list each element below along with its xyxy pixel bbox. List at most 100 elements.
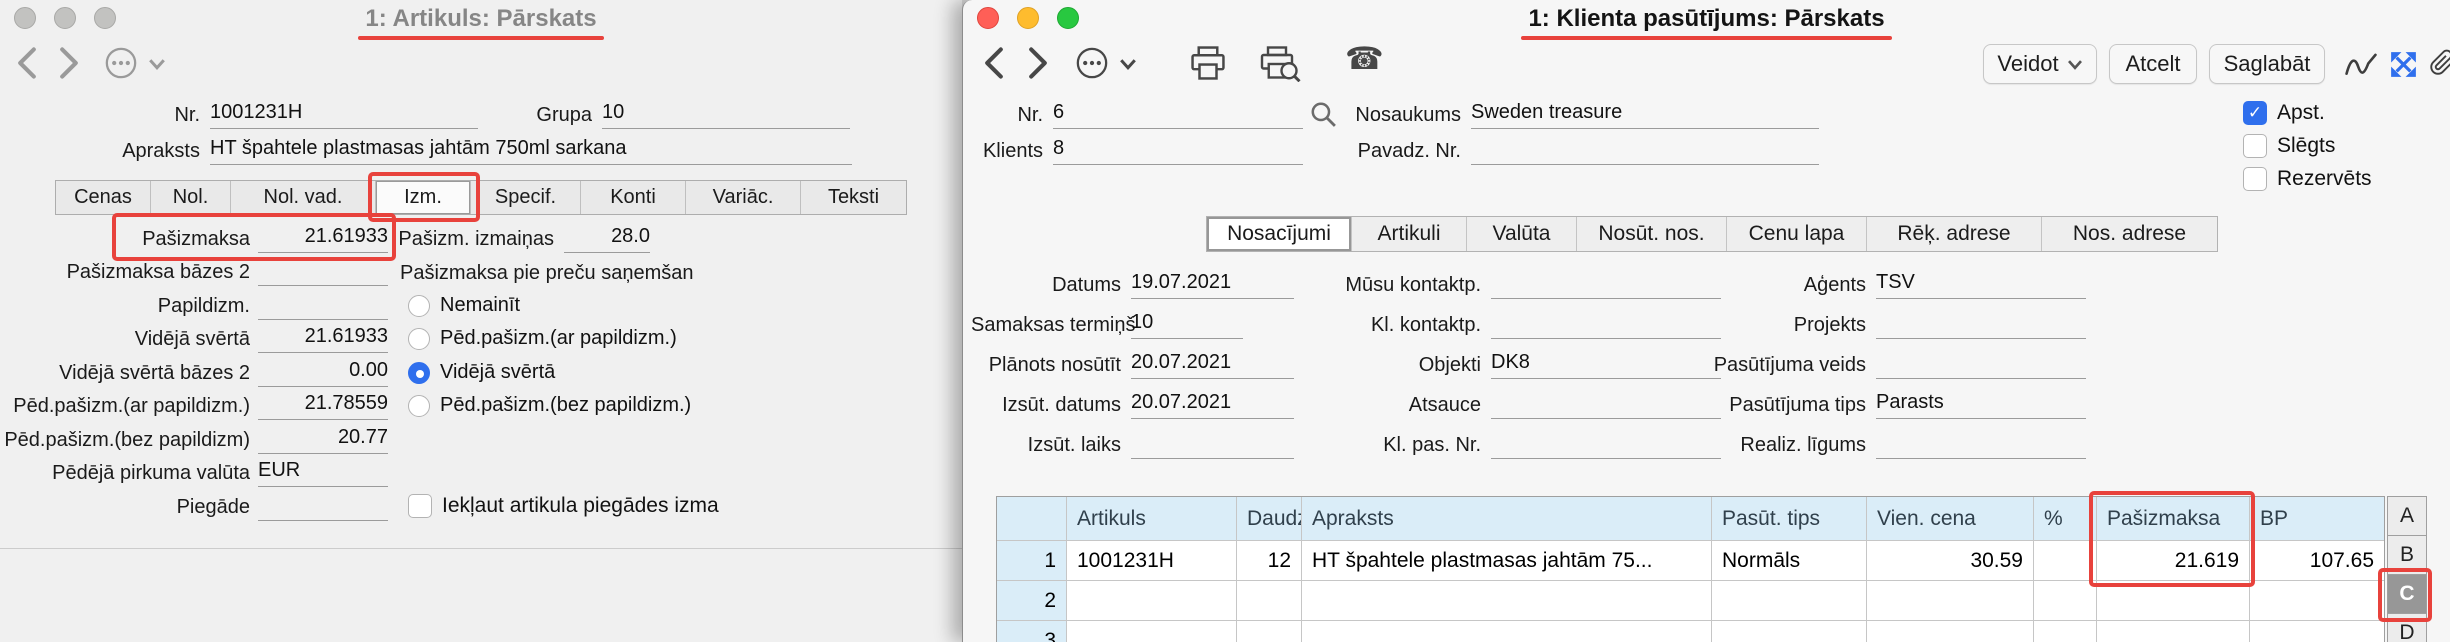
side-tab-d[interactable]: D bbox=[2387, 613, 2427, 642]
cell-artikuls[interactable]: 1001231H bbox=[1067, 541, 1237, 580]
projekts-field[interactable] bbox=[1876, 308, 2086, 339]
side-tab-b[interactable]: B bbox=[2387, 535, 2427, 575]
operations-menu-icon[interactable] bbox=[1075, 46, 1109, 80]
signature-pen-icon[interactable] bbox=[2343, 52, 2379, 78]
tab-nol-vad[interactable]: Nol. vad. bbox=[231, 181, 376, 214]
cell-pasizmaksa[interactable]: 21.619 bbox=[2097, 541, 2250, 580]
side-tab-c[interactable]: C bbox=[2387, 574, 2427, 614]
cell-daudz[interactable] bbox=[1237, 621, 1302, 642]
cell-percent[interactable] bbox=[2034, 541, 2097, 580]
klients-field[interactable]: 8 bbox=[1053, 134, 1303, 165]
cell-apraksts[interactable]: HT špahtele plastmasas jahtām 75... bbox=[1302, 541, 1712, 580]
expand-arrows-icon[interactable] bbox=[2387, 48, 2420, 81]
cell-daudz[interactable]: 12 bbox=[1237, 541, 1302, 580]
tab-nol[interactable]: Nol. bbox=[151, 181, 231, 214]
samaksas-termins-field[interactable]: 10 bbox=[1131, 308, 1243, 339]
pasizmaksa-bazes2-field[interactable] bbox=[258, 255, 388, 286]
tab-cenu-lapa[interactable]: Cenu lapa bbox=[1727, 217, 1867, 251]
videja-sverta-bazes2-field[interactable]: 0.00 bbox=[258, 356, 388, 387]
atsauce-field[interactable] bbox=[1491, 388, 1721, 419]
papildizm-field[interactable] bbox=[258, 289, 388, 320]
radio-ped-pasizm-bez[interactable]: Pēd.pašizm.(bez papildizm.) bbox=[408, 389, 691, 422]
tab-nosut-nos[interactable]: Nosūt. nos. bbox=[1577, 217, 1727, 251]
cell-pasut-tips[interactable]: Normāls bbox=[1712, 541, 1867, 580]
nr-field[interactable]: 6 bbox=[1053, 98, 1303, 129]
pasizm-izmainas-field[interactable]: 28.0 bbox=[564, 222, 650, 253]
grupa-field[interactable]: 10 bbox=[602, 98, 850, 129]
objekti-field[interactable]: DK8 bbox=[1491, 348, 1721, 379]
pedeja-valuta-field[interactable]: EUR bbox=[258, 456, 388, 487]
cell-daudz[interactable] bbox=[1237, 581, 1302, 620]
planots-nosutit-field[interactable]: 20.07.2021 bbox=[1131, 348, 1294, 379]
apraksts-field[interactable]: HT špahtele plastmasas jahtām 750ml sark… bbox=[210, 134, 852, 165]
cell-bp[interactable]: 107.65 bbox=[2250, 541, 2384, 580]
cell-vien-cena[interactable] bbox=[1867, 621, 2034, 642]
izsut-datums-field[interactable]: 20.07.2021 bbox=[1131, 388, 1294, 419]
print-preview-icon[interactable] bbox=[1259, 46, 1301, 82]
pasutijuma-veids-field[interactable] bbox=[1876, 348, 2086, 379]
kl-kontaktp-field[interactable] bbox=[1491, 308, 1721, 339]
kl-pas-nr-field[interactable] bbox=[1491, 428, 1721, 459]
rezervets-checkbox[interactable]: Rezervēts bbox=[2243, 165, 2372, 193]
cell-artikuls[interactable] bbox=[1067, 581, 1237, 620]
izsut-laiks-field[interactable] bbox=[1131, 428, 1294, 459]
tab-specif[interactable]: Specif. bbox=[471, 181, 581, 214]
slegts-checkbox[interactable]: Slēgts bbox=[2243, 132, 2335, 160]
tab-nos-adrese[interactable]: Nos. adrese bbox=[2042, 217, 2217, 251]
cell-apraksts[interactable] bbox=[1302, 581, 1712, 620]
tab-artikuli[interactable]: Artikuli bbox=[1352, 217, 1467, 251]
back-button[interactable] bbox=[983, 46, 1005, 80]
cell-vien-cena[interactable] bbox=[1867, 581, 2034, 620]
cell-pasizmaksa[interactable] bbox=[2097, 581, 2250, 620]
phone-icon[interactable]: ☎ bbox=[1345, 42, 1384, 76]
cell-percent[interactable] bbox=[2034, 581, 2097, 620]
order-tab-bar: Nosacījumi Artikuli Valūta Nosūt. nos. C… bbox=[1206, 216, 2218, 252]
tab-rek-adrese[interactable]: Rēķ. adrese bbox=[1867, 217, 2042, 251]
cell-pasut-tips[interactable] bbox=[1712, 621, 1867, 642]
cell-pasizmaksa[interactable] bbox=[2097, 621, 2250, 642]
print-icon[interactable] bbox=[1189, 46, 1227, 80]
piegade-field[interactable] bbox=[258, 490, 388, 521]
radio-ped-pasizm-ar[interactable]: Pēd.pašizm.(ar papildizm.) bbox=[408, 322, 677, 355]
back-button[interactable] bbox=[16, 46, 38, 80]
cell-vien-cena[interactable]: 30.59 bbox=[1867, 541, 2034, 580]
tab-valuta[interactable]: Valūta bbox=[1467, 217, 1577, 251]
veidot-button[interactable]: Veidot bbox=[1983, 44, 2097, 84]
pasutijuma-tips-field[interactable]: Parasts bbox=[1876, 388, 2086, 419]
cell-artikuls[interactable] bbox=[1067, 621, 1237, 642]
nosaukums-field[interactable]: Sweden treasure bbox=[1471, 98, 1819, 129]
tab-cenas[interactable]: Cenas bbox=[56, 181, 151, 214]
tab-konti[interactable]: Konti bbox=[581, 181, 686, 214]
ieklaut-piegades-checkbox[interactable]: Iekļaut artikula piegādes izma bbox=[408, 492, 719, 520]
nr-field[interactable]: 1001231H bbox=[210, 98, 478, 129]
datums-field[interactable]: 19.07.2021 bbox=[1131, 268, 1294, 299]
ped-pasizm-bez-field[interactable]: 20.77 bbox=[258, 423, 388, 454]
forward-button[interactable] bbox=[58, 46, 80, 80]
videja-sverta-field[interactable]: 21.61933 bbox=[258, 322, 388, 353]
forward-button[interactable] bbox=[1027, 46, 1049, 80]
chevron-down-icon[interactable] bbox=[1119, 58, 1137, 70]
apst-checkbox[interactable]: ✓ Apst. bbox=[2243, 99, 2325, 127]
operations-menu-icon[interactable] bbox=[104, 46, 138, 80]
cell-bp[interactable] bbox=[2250, 581, 2384, 620]
paperclip-icon[interactable] bbox=[2429, 46, 2450, 79]
pavadz-field[interactable] bbox=[1471, 134, 1819, 165]
tab-izm[interactable]: Izm. bbox=[376, 181, 471, 214]
saglabat-button[interactable]: Saglabāt bbox=[2209, 44, 2325, 84]
cell-bp[interactable] bbox=[2250, 621, 2384, 642]
tab-nosacijumi[interactable]: Nosacījumi bbox=[1207, 217, 1352, 251]
tab-teksti[interactable]: Teksti bbox=[801, 181, 906, 214]
agents-field[interactable]: TSV bbox=[1876, 268, 2086, 299]
cell-apraksts[interactable] bbox=[1302, 621, 1712, 642]
musu-kontaktp-field[interactable] bbox=[1491, 268, 1721, 299]
cell-percent[interactable] bbox=[2034, 621, 2097, 642]
side-tab-a[interactable]: A bbox=[2387, 496, 2427, 536]
ped-pasizm-ar-field[interactable]: 21.78559 bbox=[258, 389, 388, 420]
realiz-ligums-field[interactable] bbox=[1876, 428, 2086, 459]
cell-pasut-tips[interactable] bbox=[1712, 581, 1867, 620]
radio-videja-sverta[interactable]: Vidējā svērtā bbox=[408, 356, 555, 389]
radio-nemainit[interactable]: Nemainīt bbox=[408, 289, 520, 322]
chevron-down-icon[interactable] bbox=[148, 58, 166, 70]
atcelt-button[interactable]: Atcelt bbox=[2109, 44, 2197, 84]
tab-variac[interactable]: Variāc. bbox=[686, 181, 801, 214]
